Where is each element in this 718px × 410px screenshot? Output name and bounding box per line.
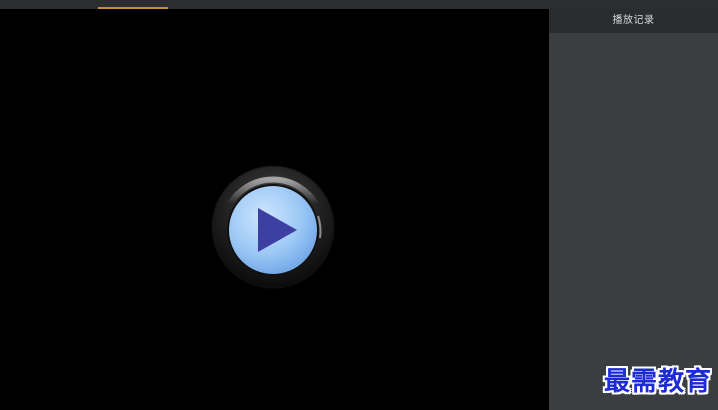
play-history-panel: 播放记录 (549, 9, 718, 410)
play-button[interactable] (210, 164, 336, 290)
watermark-logo: 最需教育 (603, 367, 712, 397)
video-area[interactable] (0, 9, 549, 410)
video-player-app: 播放记录 最需教育 (0, 0, 718, 410)
play-history-list (549, 33, 718, 410)
play-history-title: 播放记录 (549, 9, 718, 33)
play-icon (211, 165, 335, 289)
top-bar (0, 0, 718, 9)
